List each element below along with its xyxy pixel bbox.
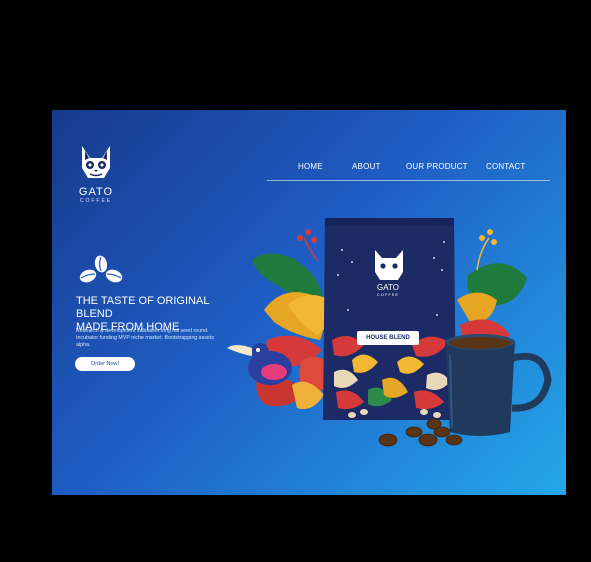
- bag-brand-subtitle: COFFEE: [376, 292, 400, 297]
- bag-brand: GATO: [377, 283, 399, 292]
- product-illustration: [227, 218, 552, 447]
- product-label-house-blend: HOUSE BLEND: [357, 331, 419, 345]
- landing-page-frame: GATO COFFEE HOME ABOUT OUR PRODUCT CONTA…: [52, 110, 566, 495]
